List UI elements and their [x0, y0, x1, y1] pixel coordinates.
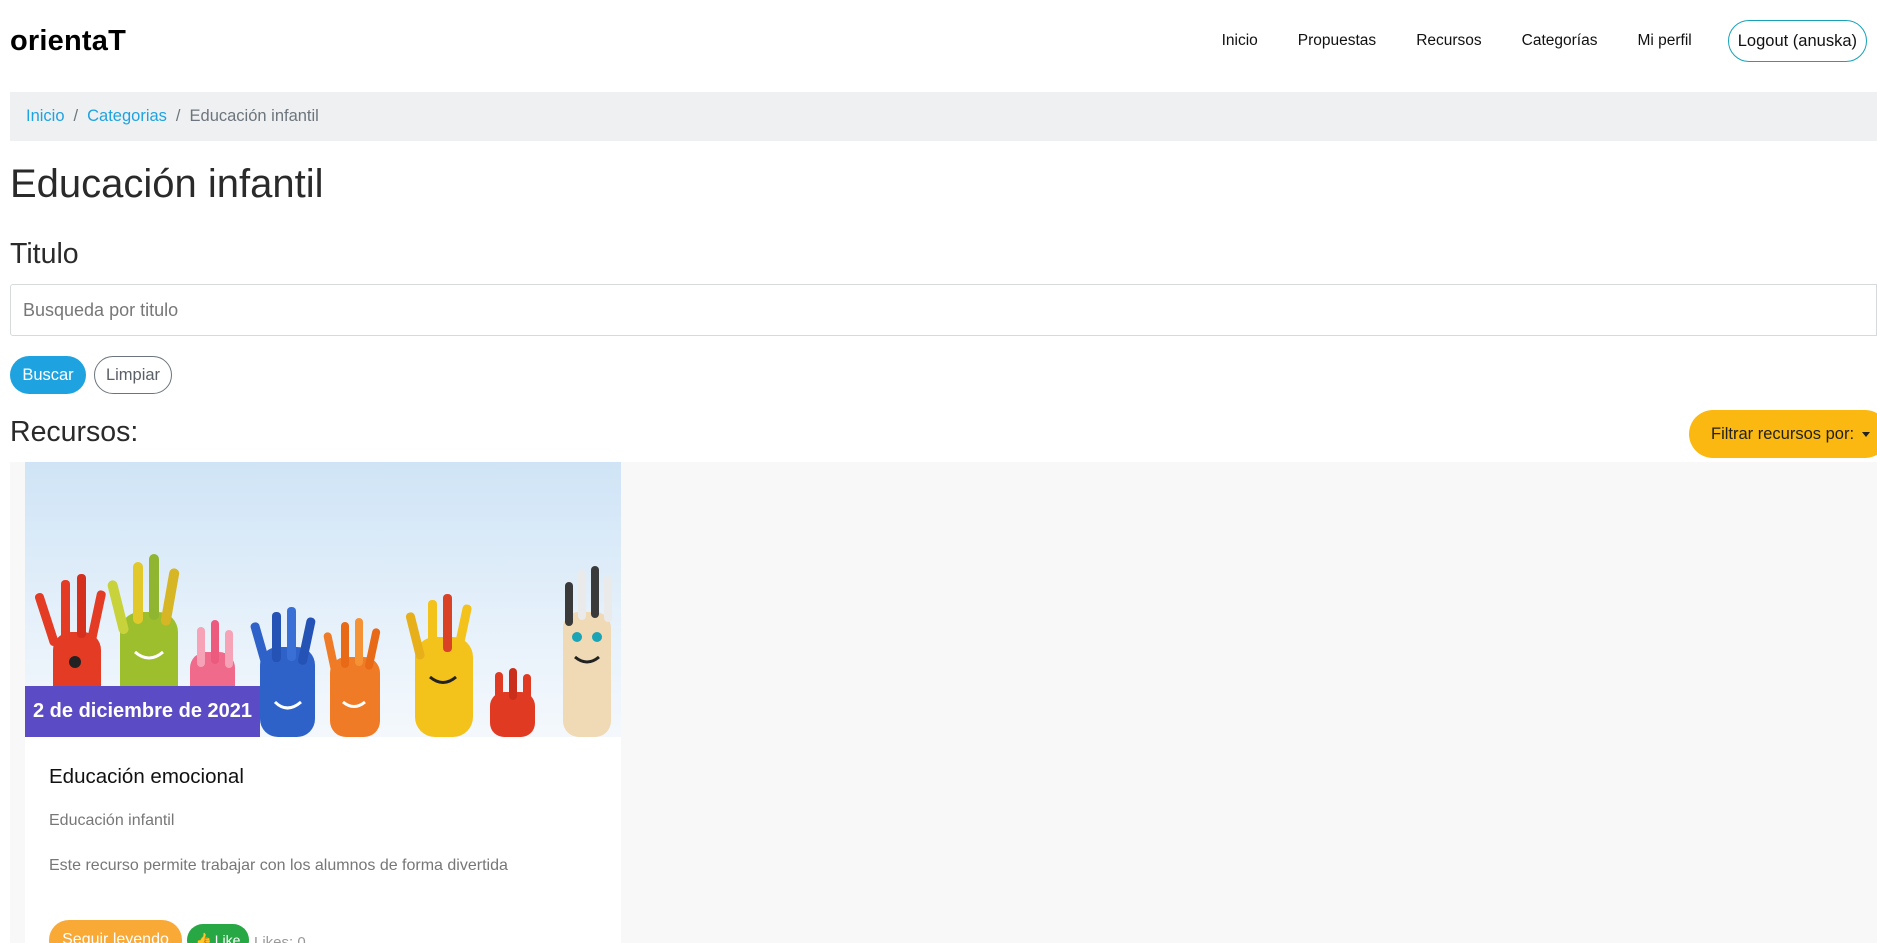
filter-button-label: Filtrar recursos por: — [1711, 424, 1855, 443]
search-button[interactable]: Buscar — [10, 356, 86, 394]
date-badge: 2 de diciembre de 2021 — [25, 686, 261, 737]
card-title[interactable]: Educación emocional — [49, 765, 244, 789]
resource-card: 2 de diciembre de 2021 Educación emocion… — [25, 462, 621, 943]
caret-down-icon — [1862, 431, 1871, 437]
breadcrumb-separator: / — [175, 107, 181, 125]
nav-inicio[interactable]: Inicio — [1222, 32, 1258, 50]
clear-button[interactable]: Limpiar — [94, 356, 172, 394]
search-input[interactable] — [10, 284, 1877, 336]
navbar: orientaT Inicio Propuestas Recursos Cate… — [0, 0, 1877, 82]
hand-red-2 — [490, 668, 535, 737]
like-button[interactable]: 👍 Like — [187, 924, 249, 943]
likes-count: Likes: 0 — [254, 934, 306, 943]
logout-button[interactable]: Logout (anuska) — [1727, 20, 1867, 62]
breadcrumb-inicio[interactable]: Inicio — [26, 107, 65, 126]
thumbs-up-icon: 👍 — [195, 932, 212, 943]
nav-mi-perfil[interactable]: Mi perfil — [1637, 32, 1691, 50]
breadcrumb: Inicio / Categorias / Educación infantil — [10, 92, 1877, 141]
breadcrumb-current: Educación infantil — [189, 107, 319, 125]
read-more-button[interactable]: Seguir leyendo — [49, 920, 182, 943]
breadcrumb-separator: / — [73, 107, 79, 125]
card-category: Educación infantil — [49, 812, 175, 829]
resources-heading: Recursos: — [10, 416, 139, 448]
main-nav: Inicio Propuestas Recursos Categorías Mi… — [1182, 20, 1867, 62]
nav-categorias[interactable]: Categorías — [1522, 32, 1598, 50]
nav-recursos[interactable]: Recursos — [1416, 32, 1481, 50]
resources-list: 2 de diciembre de 2021 Educación emocion… — [10, 462, 1877, 943]
card-description: Este recurso permite trabajar con los al… — [49, 857, 508, 874]
painted-hands-image: 2 de diciembre de 2021 — [25, 462, 621, 737]
breadcrumb-categorias[interactable]: Categorias — [87, 107, 167, 126]
page-title: Educación infantil — [10, 162, 324, 206]
brand-logo[interactable]: orientaT — [10, 25, 126, 58]
like-label: Like — [214, 932, 241, 943]
filter-dropdown-button[interactable]: Filtrar recursos por: — [1689, 410, 1877, 458]
nav-propuestas[interactable]: Propuestas — [1298, 32, 1376, 50]
search-label: Titulo — [10, 238, 79, 270]
